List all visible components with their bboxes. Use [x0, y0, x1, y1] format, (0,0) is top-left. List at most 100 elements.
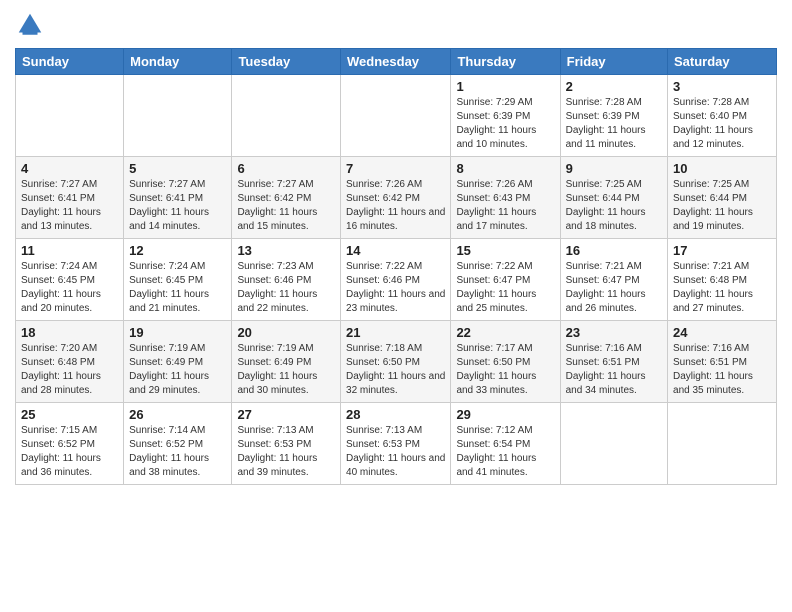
calendar-cell: 19 Sunrise: 7:19 AM Sunset: 6:49 PM Dayli…	[124, 321, 232, 403]
day-info: Sunrise: 7:27 AM Sunset: 6:42 PM Dayligh…	[237, 178, 335, 234]
day-number: 19	[129, 325, 226, 340]
day-info: Sunrise: 7:16 AM Sunset: 6:51 PM Dayligh…	[566, 342, 662, 398]
day-info: Sunrise: 7:23 AM Sunset: 6:46 PM Dayligh…	[237, 260, 335, 316]
day-number: 26	[129, 407, 226, 422]
day-number: 4	[21, 161, 118, 176]
calendar-cell: 17 Sunrise: 7:21 AM Sunset: 6:48 PM Dayli…	[668, 239, 777, 321]
calendar-cell: 24 Sunrise: 7:16 AM Sunset: 6:51 PM Dayli…	[668, 321, 777, 403]
weekday-header-sunday: Sunday	[16, 49, 124, 75]
day-info: Sunrise: 7:17 AM Sunset: 6:50 PM Dayligh…	[456, 342, 554, 398]
day-info: Sunrise: 7:21 AM Sunset: 6:48 PM Dayligh…	[673, 260, 771, 316]
header	[15, 10, 777, 40]
calendar-cell: 18 Sunrise: 7:20 AM Sunset: 6:48 PM Dayli…	[16, 321, 124, 403]
day-number: 20	[237, 325, 335, 340]
day-info: Sunrise: 7:16 AM Sunset: 6:51 PM Dayligh…	[673, 342, 771, 398]
day-number: 22	[456, 325, 554, 340]
calendar-cell: 6 Sunrise: 7:27 AM Sunset: 6:42 PM Daylig…	[232, 157, 341, 239]
calendar-cell	[668, 403, 777, 485]
calendar-cell	[16, 75, 124, 157]
calendar-cell: 26 Sunrise: 7:14 AM Sunset: 6:52 PM Dayli…	[124, 403, 232, 485]
weekday-header-wednesday: Wednesday	[341, 49, 451, 75]
day-info: Sunrise: 7:24 AM Sunset: 6:45 PM Dayligh…	[129, 260, 226, 316]
day-number: 21	[346, 325, 445, 340]
weekday-header-monday: Monday	[124, 49, 232, 75]
day-info: Sunrise: 7:28 AM Sunset: 6:40 PM Dayligh…	[673, 96, 771, 152]
calendar-cell: 4 Sunrise: 7:27 AM Sunset: 6:41 PM Daylig…	[16, 157, 124, 239]
day-number: 7	[346, 161, 445, 176]
calendar-cell: 13 Sunrise: 7:23 AM Sunset: 6:46 PM Dayli…	[232, 239, 341, 321]
day-info: Sunrise: 7:14 AM Sunset: 6:52 PM Dayligh…	[129, 424, 226, 480]
calendar-cell: 20Sunrise: 7:19 AM Sunset: 6:49 PM Dayli…	[232, 321, 341, 403]
day-info: Sunrise: 7:25 AM Sunset: 6:44 PM Dayligh…	[566, 178, 662, 234]
day-info: Sunrise: 7:15 AM Sunset: 6:52 PM Dayligh…	[21, 424, 118, 480]
day-number: 2	[566, 79, 662, 94]
day-info: Sunrise: 7:12 AM Sunset: 6:54 PM Dayligh…	[456, 424, 554, 480]
weekday-header-friday: Friday	[560, 49, 667, 75]
day-info: Sunrise: 7:24 AM Sunset: 6:45 PM Dayligh…	[21, 260, 118, 316]
day-number: 27	[237, 407, 335, 422]
weekday-header-tuesday: Tuesday	[232, 49, 341, 75]
calendar-cell: 21 Sunrise: 7:18 AM Sunset: 6:50 PM Dayli…	[341, 321, 451, 403]
calendar-cell: 1 Sunrise: 7:29 AM Sunset: 6:39 PM Daylig…	[451, 75, 560, 157]
calendar-cell	[232, 75, 341, 157]
day-number: 11	[21, 243, 118, 258]
logo	[15, 10, 49, 40]
day-number: 24	[673, 325, 771, 340]
day-number: 6	[237, 161, 335, 176]
day-info: Sunrise: 7:26 AM Sunset: 6:43 PM Dayligh…	[456, 178, 554, 234]
weekday-header-saturday: Saturday	[668, 49, 777, 75]
day-number: 9	[566, 161, 662, 176]
day-number: 1	[456, 79, 554, 94]
day-number: 3	[673, 79, 771, 94]
day-number: 5	[129, 161, 226, 176]
day-info: Sunrise: 7:22 AM Sunset: 6:47 PM Dayligh…	[456, 260, 554, 316]
day-number: 12	[129, 243, 226, 258]
calendar-cell: 3 Sunrise: 7:28 AM Sunset: 6:40 PM Daylig…	[668, 75, 777, 157]
day-number: 17	[673, 243, 771, 258]
calendar-cell: 27 Sunrise: 7:13 AM Sunset: 6:53 PM Dayli…	[232, 403, 341, 485]
calendar-cell: 9 Sunrise: 7:25 AM Sunset: 6:44 PM Daylig…	[560, 157, 667, 239]
calendar-cell: 5 Sunrise: 7:27 AM Sunset: 6:41 PM Daylig…	[124, 157, 232, 239]
day-number: 25	[21, 407, 118, 422]
calendar-cell: 22 Sunrise: 7:17 AM Sunset: 6:50 PM Dayli…	[451, 321, 560, 403]
calendar-cell: 10 Sunrise: 7:25 AM Sunset: 6:44 PM Dayli…	[668, 157, 777, 239]
calendar-week-row: 11 Sunrise: 7:24 AM Sunset: 6:45 PM Dayli…	[16, 239, 777, 321]
day-number: 29	[456, 407, 554, 422]
calendar-cell: 7 Sunrise: 7:26 AM Sunset: 6:42 PM Daylig…	[341, 157, 451, 239]
day-number: 28	[346, 407, 445, 422]
weekday-header-thursday: Thursday	[451, 49, 560, 75]
calendar-cell: 25 Sunrise: 7:15 AM Sunset: 6:52 PM Dayli…	[16, 403, 124, 485]
calendar-cell: 12 Sunrise: 7:24 AM Sunset: 6:45 PM Dayli…	[124, 239, 232, 321]
calendar-cell: 28Sunrise: 7:13 AM Sunset: 6:53 PM Dayli…	[341, 403, 451, 485]
calendar-cell: 8 Sunrise: 7:26 AM Sunset: 6:43 PM Daylig…	[451, 157, 560, 239]
day-number: 8	[456, 161, 554, 176]
day-number: 10	[673, 161, 771, 176]
day-info: Sunrise: 7:19 AM Sunset: 6:49 PM Dayligh…	[129, 342, 226, 398]
day-number: 13	[237, 243, 335, 258]
day-info: Sunrise: 7:18 AM Sunset: 6:50 PM Dayligh…	[346, 342, 445, 398]
calendar-cell: 11 Sunrise: 7:24 AM Sunset: 6:45 PM Dayli…	[16, 239, 124, 321]
calendar-cell: 2Sunrise: 7:28 AM Sunset: 6:39 PM Daylig…	[560, 75, 667, 157]
logo-icon	[15, 10, 45, 40]
calendar-cell	[560, 403, 667, 485]
calendar-cell	[341, 75, 451, 157]
day-number: 15	[456, 243, 554, 258]
calendar-week-row: 25 Sunrise: 7:15 AM Sunset: 6:52 PM Dayli…	[16, 403, 777, 485]
calendar-week-row: 18 Sunrise: 7:20 AM Sunset: 6:48 PM Dayli…	[16, 321, 777, 403]
day-number: 14	[346, 243, 445, 258]
day-info: Sunrise: 7:26 AM Sunset: 6:42 PM Dayligh…	[346, 178, 445, 234]
calendar-cell	[124, 75, 232, 157]
day-info: Sunrise: 7:20 AM Sunset: 6:48 PM Dayligh…	[21, 342, 118, 398]
day-number: 18	[21, 325, 118, 340]
day-info: Sunrise: 7:13 AM Sunset: 6:53 PM Dayligh…	[237, 424, 335, 480]
weekday-header-row: SundayMondayTuesdayWednesdayThursdayFrid…	[16, 49, 777, 75]
calendar-cell: 23Sunrise: 7:16 AM Sunset: 6:51 PM Dayli…	[560, 321, 667, 403]
day-info: Sunrise: 7:22 AM Sunset: 6:46 PM Dayligh…	[346, 260, 445, 316]
calendar-table: SundayMondayTuesdayWednesdayThursdayFrid…	[15, 48, 777, 485]
calendar-cell: 15 Sunrise: 7:22 AM Sunset: 6:47 PM Dayli…	[451, 239, 560, 321]
day-info: Sunrise: 7:27 AM Sunset: 6:41 PM Dayligh…	[21, 178, 118, 234]
day-info: Sunrise: 7:25 AM Sunset: 6:44 PM Dayligh…	[673, 178, 771, 234]
day-info: Sunrise: 7:27 AM Sunset: 6:41 PM Dayligh…	[129, 178, 226, 234]
day-info: Sunrise: 7:29 AM Sunset: 6:39 PM Dayligh…	[456, 96, 554, 152]
calendar-cell: 29 Sunrise: 7:12 AM Sunset: 6:54 PM Dayli…	[451, 403, 560, 485]
